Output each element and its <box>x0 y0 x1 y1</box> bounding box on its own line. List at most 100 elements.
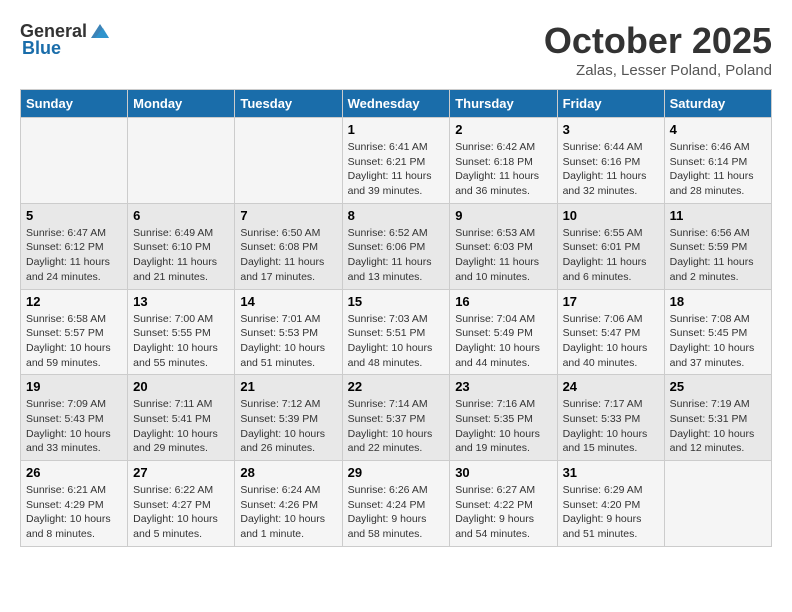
day-number: 14 <box>240 294 336 309</box>
calendar-week-row: 1 Sunrise: 6:41 AM Sunset: 6:21 PM Daylig… <box>21 118 772 204</box>
day-header-saturday: Saturday <box>664 90 771 118</box>
day-info: Sunrise: 6:44 AM Sunset: 6:16 PM Dayligh… <box>563 140 659 199</box>
day-info: Sunrise: 7:19 AM Sunset: 5:31 PM Dayligh… <box>670 397 766 456</box>
day-info: Sunrise: 6:24 AM Sunset: 4:26 PM Dayligh… <box>240 483 336 542</box>
day-number: 6 <box>133 208 229 223</box>
day-number: 5 <box>26 208 122 223</box>
month-title: October 2025 <box>544 20 772 62</box>
day-info: Sunrise: 6:47 AM Sunset: 6:12 PM Dayligh… <box>26 226 122 285</box>
day-header-friday: Friday <box>557 90 664 118</box>
day-info: Sunrise: 6:49 AM Sunset: 6:10 PM Dayligh… <box>133 226 229 285</box>
day-info: Sunrise: 6:29 AM Sunset: 4:20 PM Dayligh… <box>563 483 659 542</box>
day-number: 9 <box>455 208 551 223</box>
calendar-cell: 9 Sunrise: 6:53 AM Sunset: 6:03 PM Daylig… <box>450 203 557 289</box>
location-subtitle: Zalas, Lesser Poland, Poland <box>544 62 772 79</box>
calendar-cell: 13Sunrise: 7:00 AM Sunset: 5:55 PM Dayli… <box>128 289 235 375</box>
calendar-cell <box>21 118 128 204</box>
day-header-tuesday: Tuesday <box>235 90 342 118</box>
calendar-table: SundayMondayTuesdayWednesdayThursdayFrid… <box>20 89 772 547</box>
calendar-cell: 27 Sunrise: 6:22 AM Sunset: 4:27 PM Dayli… <box>128 461 235 547</box>
day-info: Sunrise: 7:06 AM Sunset: 5:47 PM Dayligh… <box>563 312 659 371</box>
calendar-week-row: 12 Sunrise: 6:58 AM Sunset: 5:57 PM Dayli… <box>21 289 772 375</box>
calendar-cell: 18 Sunrise: 7:08 AM Sunset: 5:45 PM Dayli… <box>664 289 771 375</box>
calendar-cell: 1 Sunrise: 6:41 AM Sunset: 6:21 PM Daylig… <box>342 118 450 204</box>
calendar-cell: 4 Sunrise: 6:46 AM Sunset: 6:14 PM Daylig… <box>664 118 771 204</box>
day-header-monday: Monday <box>128 90 235 118</box>
day-info: Sunrise: 6:26 AM Sunset: 4:24 PM Dayligh… <box>348 483 445 542</box>
day-info: Sunrise: 7:08 AM Sunset: 5:45 PM Dayligh… <box>670 312 766 371</box>
day-info: Sunrise: 6:55 AM Sunset: 6:01 PM Dayligh… <box>563 226 659 285</box>
day-number: 13 <box>133 294 229 309</box>
calendar-cell: 15 Sunrise: 7:03 AM Sunset: 5:51 PM Dayli… <box>342 289 450 375</box>
logo: General Blue <box>20 20 111 59</box>
day-number: 12 <box>26 294 122 309</box>
day-number: 4 <box>670 122 766 137</box>
day-number: 19 <box>26 379 122 394</box>
calendar-cell: 29 Sunrise: 6:26 AM Sunset: 4:24 PM Dayli… <box>342 461 450 547</box>
calendar-week-row: 19 Sunrise: 7:09 AM Sunset: 5:43 PM Dayli… <box>21 375 772 461</box>
day-info: Sunrise: 7:16 AM Sunset: 5:35 PM Dayligh… <box>455 397 551 456</box>
day-info: Sunrise: 7:11 AM Sunset: 5:41 PM Dayligh… <box>133 397 229 456</box>
day-number: 10 <box>563 208 659 223</box>
calendar-cell: 2 Sunrise: 6:42 AM Sunset: 6:18 PM Daylig… <box>450 118 557 204</box>
day-info: Sunrise: 6:21 AM Sunset: 4:29 PM Dayligh… <box>26 483 122 542</box>
day-number: 28 <box>240 465 336 480</box>
day-number: 27 <box>133 465 229 480</box>
calendar-cell: 22 Sunrise: 7:14 AM Sunset: 5:37 PM Dayli… <box>342 375 450 461</box>
calendar-cell <box>664 461 771 547</box>
day-number: 21 <box>240 379 336 394</box>
calendar-header-row: SundayMondayTuesdayWednesdayThursdayFrid… <box>21 90 772 118</box>
calendar-cell: 16Sunrise: 7:04 AM Sunset: 5:49 PM Dayli… <box>450 289 557 375</box>
logo-icon <box>89 20 111 42</box>
day-number: 23 <box>455 379 551 394</box>
calendar-cell: 23 Sunrise: 7:16 AM Sunset: 5:35 PM Dayli… <box>450 375 557 461</box>
calendar-cell: 19 Sunrise: 7:09 AM Sunset: 5:43 PM Dayli… <box>21 375 128 461</box>
day-number: 29 <box>348 465 445 480</box>
day-info: Sunrise: 6:52 AM Sunset: 6:06 PM Dayligh… <box>348 226 445 285</box>
day-number: 2 <box>455 122 551 137</box>
calendar-cell: 28 Sunrise: 6:24 AM Sunset: 4:26 PM Dayli… <box>235 461 342 547</box>
calendar-cell <box>235 118 342 204</box>
calendar-cell: 24Sunrise: 7:17 AM Sunset: 5:33 PM Dayli… <box>557 375 664 461</box>
page-header: General Blue October 2025 Zalas, Lesser … <box>20 20 772 79</box>
day-header-thursday: Thursday <box>450 90 557 118</box>
calendar-cell: 17Sunrise: 7:06 AM Sunset: 5:47 PM Dayli… <box>557 289 664 375</box>
day-header-wednesday: Wednesday <box>342 90 450 118</box>
day-number: 1 <box>348 122 445 137</box>
day-number: 31 <box>563 465 659 480</box>
day-number: 22 <box>348 379 445 394</box>
day-number: 20 <box>133 379 229 394</box>
calendar-week-row: 26Sunrise: 6:21 AM Sunset: 4:29 PM Dayli… <box>21 461 772 547</box>
calendar-cell: 7Sunrise: 6:50 AM Sunset: 6:08 PM Daylig… <box>235 203 342 289</box>
day-info: Sunrise: 7:03 AM Sunset: 5:51 PM Dayligh… <box>348 312 445 371</box>
day-info: Sunrise: 7:01 AM Sunset: 5:53 PM Dayligh… <box>240 312 336 371</box>
calendar-cell: 25 Sunrise: 7:19 AM Sunset: 5:31 PM Dayli… <box>664 375 771 461</box>
day-info: Sunrise: 7:14 AM Sunset: 5:37 PM Dayligh… <box>348 397 445 456</box>
day-number: 8 <box>348 208 445 223</box>
day-number: 16 <box>455 294 551 309</box>
day-info: Sunrise: 7:12 AM Sunset: 5:39 PM Dayligh… <box>240 397 336 456</box>
calendar-cell: 10 Sunrise: 6:55 AM Sunset: 6:01 PM Dayli… <box>557 203 664 289</box>
calendar-cell: 11 Sunrise: 6:56 AM Sunset: 5:59 PM Dayli… <box>664 203 771 289</box>
day-info: Sunrise: 6:46 AM Sunset: 6:14 PM Dayligh… <box>670 140 766 199</box>
day-info: Sunrise: 6:53 AM Sunset: 6:03 PM Dayligh… <box>455 226 551 285</box>
day-number: 11 <box>670 208 766 223</box>
day-info: Sunrise: 6:41 AM Sunset: 6:21 PM Dayligh… <box>348 140 445 199</box>
day-info: Sunrise: 6:22 AM Sunset: 4:27 PM Dayligh… <box>133 483 229 542</box>
day-number: 30 <box>455 465 551 480</box>
day-number: 25 <box>670 379 766 394</box>
day-info: Sunrise: 7:09 AM Sunset: 5:43 PM Dayligh… <box>26 397 122 456</box>
day-info: Sunrise: 6:58 AM Sunset: 5:57 PM Dayligh… <box>26 312 122 371</box>
calendar-cell: 14 Sunrise: 7:01 AM Sunset: 5:53 PM Dayli… <box>235 289 342 375</box>
calendar-cell: 12 Sunrise: 6:58 AM Sunset: 5:57 PM Dayli… <box>21 289 128 375</box>
calendar-cell: 20 Sunrise: 7:11 AM Sunset: 5:41 PM Dayli… <box>128 375 235 461</box>
day-header-sunday: Sunday <box>21 90 128 118</box>
calendar-cell <box>128 118 235 204</box>
day-number: 18 <box>670 294 766 309</box>
calendar-cell: 3Sunrise: 6:44 AM Sunset: 6:16 PM Daylig… <box>557 118 664 204</box>
calendar-cell: 5 Sunrise: 6:47 AM Sunset: 6:12 PM Daylig… <box>21 203 128 289</box>
day-info: Sunrise: 6:42 AM Sunset: 6:18 PM Dayligh… <box>455 140 551 199</box>
calendar-cell: 21 Sunrise: 7:12 AM Sunset: 5:39 PM Dayli… <box>235 375 342 461</box>
day-number: 15 <box>348 294 445 309</box>
day-info: Sunrise: 6:56 AM Sunset: 5:59 PM Dayligh… <box>670 226 766 285</box>
